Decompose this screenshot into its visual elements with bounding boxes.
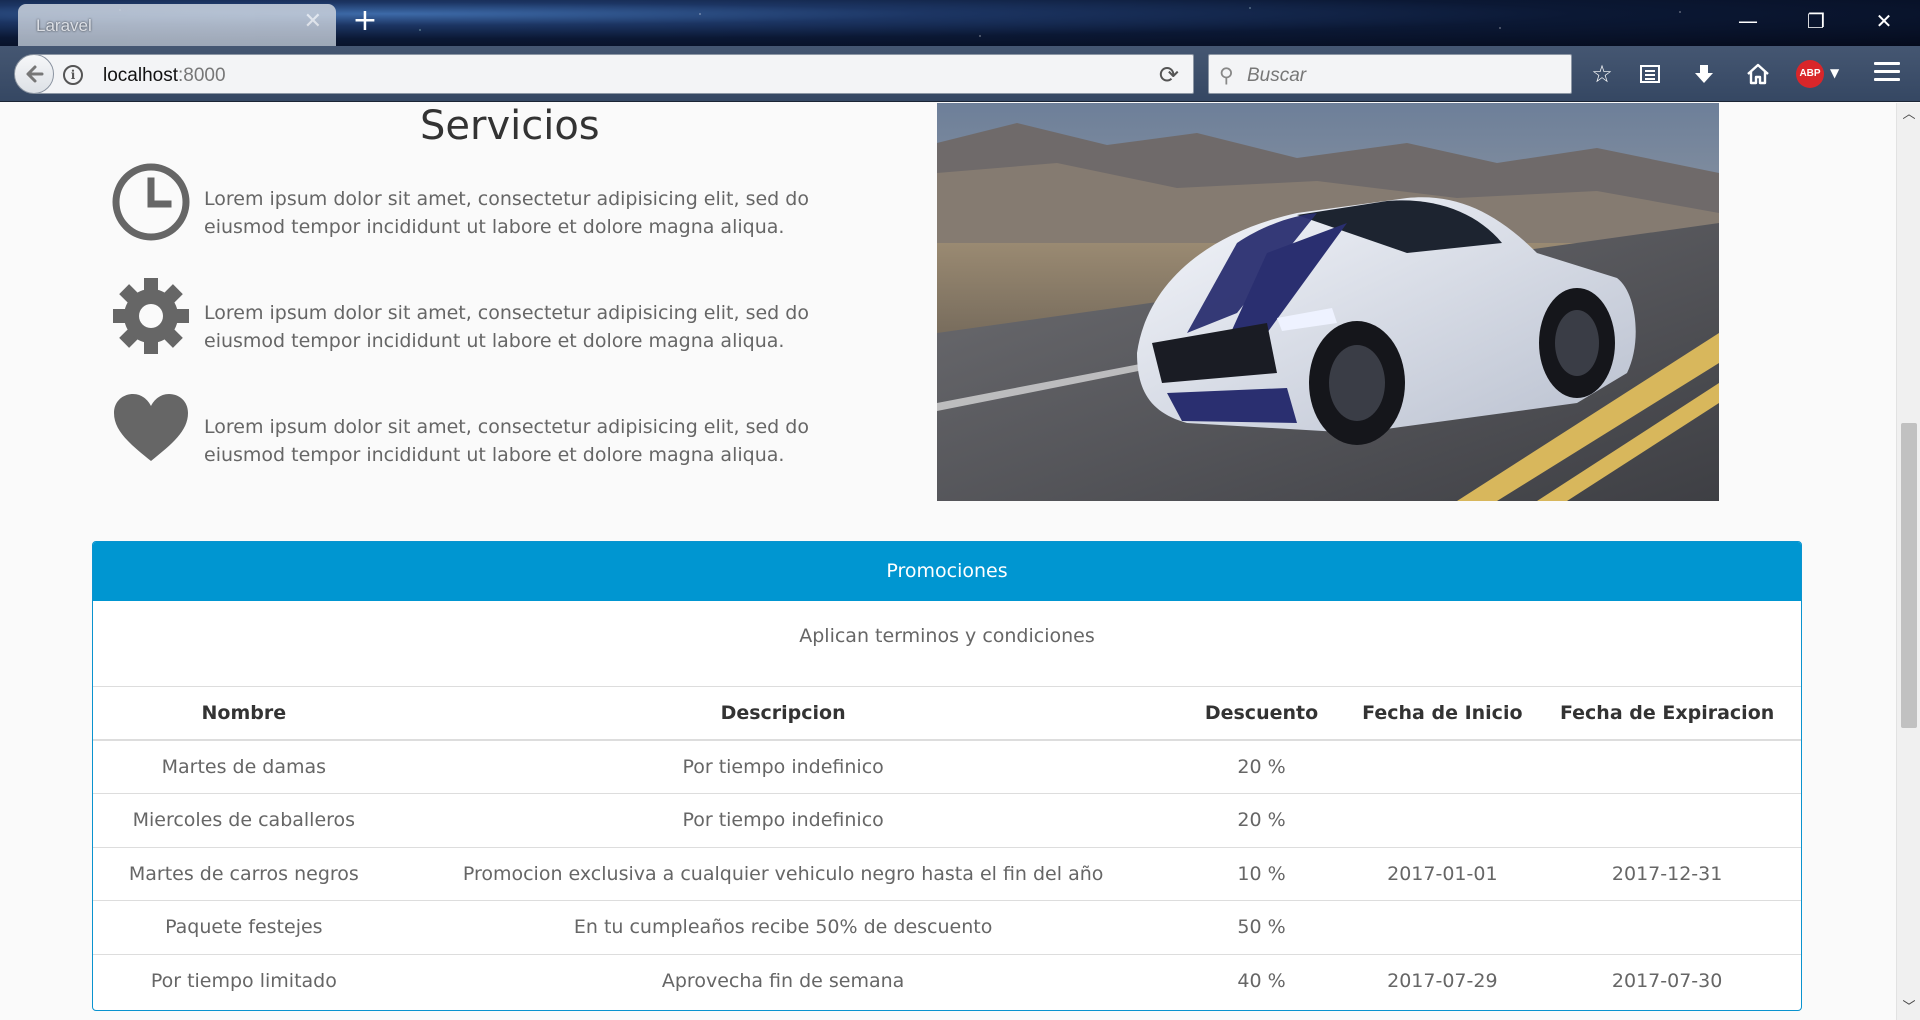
cell-descripcion: En tu cumpleaños recibe 50% de descuento (394, 900, 1172, 955)
cell-nombre: Paquete festejes (93, 900, 395, 955)
cell-descripcion: Aprovecha fin de semana (661, 970, 905, 992)
cell-fecha-inicio (1351, 740, 1534, 794)
browser-tab[interactable]: Laravel ✕ (18, 4, 336, 46)
close-icon[interactable]: ✕ (1864, 6, 1904, 36)
table-row: Martes de carros negros Promocion exclus… (93, 847, 1801, 901)
promociones-panel: Promociones Aplican terminos y condicion… (92, 541, 1802, 1011)
table-header-row: Nombre Descripcion Descuento Fecha de In… (93, 687, 1801, 741)
home-icon[interactable] (1742, 58, 1774, 90)
promociones-heading: Promociones (93, 542, 1801, 601)
column-header-descripcion: Descripcion (394, 687, 1172, 741)
cell-fecha-expiracion: 2017-07-30 (1611, 970, 1723, 992)
tab-title: Laravel (36, 16, 92, 35)
service-item: Lorem ipsum dolor sit amet, consectetur … (110, 389, 890, 479)
cell-nombre: Martes de damas (93, 740, 395, 794)
cell-nombre: Por tiempo limitado (150, 970, 337, 992)
clock-icon (112, 163, 190, 241)
download-glyph (1695, 65, 1713, 83)
scroll-up-icon[interactable]: ︿ (1897, 105, 1920, 125)
home-glyph (1747, 63, 1769, 85)
service-text: Lorem ipsum dolor sit amet, consectetur … (204, 302, 809, 352)
minimize-icon[interactable]: — (1728, 6, 1768, 36)
reload-icon[interactable]: ⟳ (1159, 61, 1179, 89)
cell-fecha-inicio (1351, 900, 1534, 955)
vertical-scrollbar[interactable]: ︿ ﹀ (1896, 103, 1920, 1020)
hamburger-menu-icon[interactable] (1874, 62, 1900, 86)
tab-close-icon[interactable]: ✕ (304, 11, 322, 33)
column-header-fecha-inicio: Fecha de Inicio (1351, 687, 1534, 741)
url-bar[interactable]: i localhost:8000 ⟳ (34, 54, 1194, 94)
servicios-title: Servicios (420, 103, 600, 149)
cell-fecha-expiracion: 2017-12-31 (1533, 847, 1801, 901)
cell-nombre: Miercoles de caballeros (93, 793, 395, 848)
car-photo-illustration (937, 103, 1719, 501)
cell-descuento: 40 % (1237, 970, 1286, 992)
cell-descripcion: Promocion exclusiva a cualquier vehiculo… (394, 847, 1172, 901)
cell-nombre: Martes de carros negros (93, 847, 395, 901)
service-text: Lorem ipsum dolor sit amet, consectetur … (204, 188, 809, 238)
column-header-fecha-expiracion: Fecha de Expiracion (1533, 687, 1801, 741)
search-icon: ⚲ (1219, 63, 1234, 87)
info-icon[interactable]: i (63, 65, 83, 85)
table-row: Por tiempo limitado Aprovecha fin de sem… (93, 954, 1801, 1008)
cell-fecha-expiracion (1533, 900, 1801, 955)
cell-fecha-inicio: 2017-01-01 (1351, 847, 1534, 901)
scroll-down-icon[interactable]: ﹀ (1897, 998, 1920, 1018)
cell-fecha-inicio (1351, 793, 1534, 848)
cell-descuento: 10 % (1171, 847, 1352, 901)
cell-fecha-inicio: 2017-07-29 (1387, 970, 1498, 992)
column-header-nombre: Nombre (93, 687, 395, 741)
search-placeholder: Buscar (1247, 65, 1307, 86)
cell-descuento: 20 % (1171, 793, 1352, 848)
cell-descuento: 20 % (1171, 740, 1352, 794)
download-icon[interactable] (1688, 58, 1720, 90)
promociones-subtitle: Aplican terminos y condiciones (93, 601, 1801, 687)
gear-icon (113, 278, 189, 354)
cell-descuento: 50 % (1171, 900, 1352, 955)
column-header-descuento: Descuento (1171, 687, 1352, 741)
promociones-table: Nombre Descripcion Descuento Fecha de In… (93, 687, 1801, 1008)
new-tab-button[interactable]: + (350, 6, 380, 36)
search-bar[interactable]: ⚲ Buscar (1208, 54, 1572, 94)
restore-icon[interactable]: ❐ (1796, 6, 1836, 36)
reading-list-glyph (1640, 65, 1660, 83)
scrollbar-thumb[interactable] (1901, 423, 1917, 728)
table-row: Martes de damas Por tiempo indefinico 20… (93, 740, 1801, 794)
service-text: Lorem ipsum dolor sit amet, consectetur … (204, 416, 809, 466)
cell-descripcion: Por tiempo indefinico (394, 793, 1172, 848)
cell-fecha-expiracion (1533, 793, 1801, 848)
service-item: Lorem ipsum dolor sit amet, consectetur … (110, 161, 890, 251)
back-button[interactable] (14, 54, 54, 94)
browser-navbar: i localhost:8000 ⟳ ⚲ Buscar ☆ ABP ▼ (0, 46, 1920, 102)
adblock-dropdown-icon[interactable]: ▼ (1830, 66, 1839, 80)
cell-fecha-expiracion (1533, 740, 1801, 794)
bookmark-star-icon[interactable]: ☆ (1586, 58, 1618, 90)
reading-list-icon[interactable] (1634, 58, 1666, 90)
url-text: localhost:8000 (103, 65, 226, 86)
browser-titlebar: Laravel ✕ + — ❐ ✕ (0, 0, 1920, 46)
back-arrow-icon (26, 65, 44, 83)
service-item: Lorem ipsum dolor sit amet, consectetur … (110, 275, 890, 365)
page-viewport: Servicios Lorem ipsum dolor sit amet, co… (0, 103, 1896, 1020)
table-row: Miercoles de caballeros Por tiempo indef… (93, 793, 1801, 848)
adblock-icon[interactable]: ABP (1796, 60, 1824, 88)
heart-icon (114, 394, 188, 461)
table-row: Paquete festejes En tu cumpleaños recibe… (93, 900, 1801, 955)
car-photo (937, 103, 1719, 501)
cell-descripcion: Por tiempo indefinico (394, 740, 1172, 794)
